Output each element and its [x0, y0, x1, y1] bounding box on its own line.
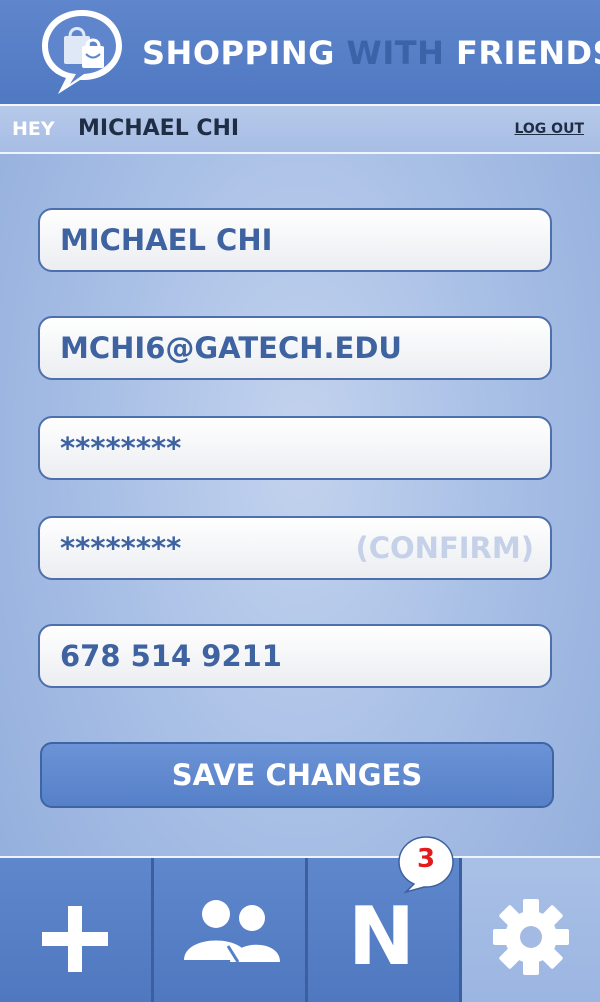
confirm-hint: (CONFIRM)	[355, 531, 534, 565]
notification-badge-count: 3	[416, 844, 436, 874]
plus-icon	[42, 906, 108, 972]
email-field-value: MCHI6@GATECH.EDU	[60, 331, 402, 365]
tab-add[interactable]	[0, 858, 154, 1002]
friends-icon	[184, 900, 280, 963]
app-title-part-with: WITH	[346, 34, 445, 72]
name-field[interactable]: MICHAEL CHI	[38, 208, 552, 272]
password-field[interactable]: ********	[38, 416, 552, 480]
app-header: SHOPPING WITH FRIENDS	[0, 0, 600, 106]
logout-link[interactable]: LOG OUT	[514, 121, 584, 137]
name-field-value: MICHAEL CHI	[60, 223, 273, 257]
password-field-value: ********	[60, 431, 182, 465]
app-title: SHOPPING WITH FRIENDS	[142, 34, 600, 72]
shopping-bag-speech-bubble-icon	[42, 10, 122, 94]
confirm-password-value: ********	[60, 531, 182, 565]
app-title-part-friends: FRIENDS	[455, 34, 600, 72]
tab-settings[interactable]	[462, 858, 600, 1002]
user-bar: HEY MICHAEL CHI LOG OUT	[0, 106, 600, 154]
tab-friends[interactable]	[154, 858, 308, 1002]
phone-field-value: 678 514 9211	[60, 639, 282, 673]
confirm-password-field[interactable]: ******** (CONFIRM)	[38, 516, 552, 580]
greeting-label: HEY	[12, 118, 55, 140]
notifications-icon: N	[348, 890, 415, 983]
save-changes-button[interactable]: SAVE CHANGES	[40, 742, 554, 808]
app-title-part-shopping: SHOPPING	[142, 34, 335, 72]
bottom-tab-bar: N	[0, 856, 600, 1002]
username-label: MICHAEL CHI	[78, 116, 240, 141]
phone-field[interactable]: 678 514 9211	[38, 624, 552, 688]
gear-icon	[493, 899, 569, 975]
email-field[interactable]: MCHI6@GATECH.EDU	[38, 316, 552, 380]
